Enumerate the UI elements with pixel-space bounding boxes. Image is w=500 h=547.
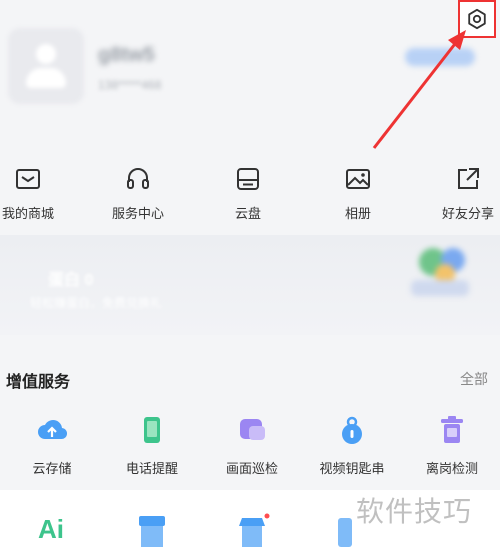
cloud-drive-icon [237,168,259,190]
photo-icon [346,169,370,189]
banner-subtitle: 轻松赚蛋白，免费兑换礼 [30,296,163,310]
quick-item-mall[interactable]: 我的商城 [0,165,78,222]
section-title: 增值服务 [6,374,71,391]
service-label: 云存储 [32,461,72,476]
service-label: 视频钥匙串 [319,461,385,476]
share-icon [458,168,479,189]
service-screen-inspection[interactable]: 画面巡检 [202,414,302,477]
quick-item-cloud-drive[interactable]: 云盘 [198,165,298,222]
watermark: 软件技巧 [356,496,473,527]
quick-item-share[interactable]: 好友分享 [418,165,500,222]
inspection-icon [240,419,265,440]
banner-illustration [411,248,469,296]
banner-title: 蛋白 0 [48,272,94,289]
shop-icon [239,513,270,547]
service-phone-reminder[interactable]: 电话提醒 [102,414,202,477]
quick-item-label: 相册 [344,206,371,221]
svg-text:Ai: Ai [38,514,64,542]
service-label: 画面巡检 [225,461,278,476]
service-label: 电话提醒 [125,461,178,476]
service-video-key[interactable]: 视频钥匙串 [302,414,402,477]
quick-item-album[interactable]: 相册 [308,165,408,222]
quick-item-label: 我的商城 [1,206,54,221]
device-icon [338,518,352,547]
quick-item-label: 云盘 [234,206,261,221]
phone-icon [144,417,160,443]
cloud-upload-icon [38,420,68,440]
service-absence-detection[interactable]: 离岗检测 [402,414,500,477]
service-cloud-storage[interactable]: 云存储 [2,414,102,477]
ai-icon: Ai [38,514,64,542]
key-icon [342,416,362,444]
view-all-link[interactable]: 全部 [460,369,488,389]
service-label: 离岗检测 [425,461,478,476]
trash-icon [441,416,463,443]
headset-icon [127,168,149,189]
quick-item-service-center[interactable]: 服务中心 [88,165,188,222]
quick-item-label: 服务中心 [111,206,164,221]
quick-item-label: 好友分享 [441,206,494,221]
store-icon [139,516,165,547]
mail-icon [16,169,40,189]
